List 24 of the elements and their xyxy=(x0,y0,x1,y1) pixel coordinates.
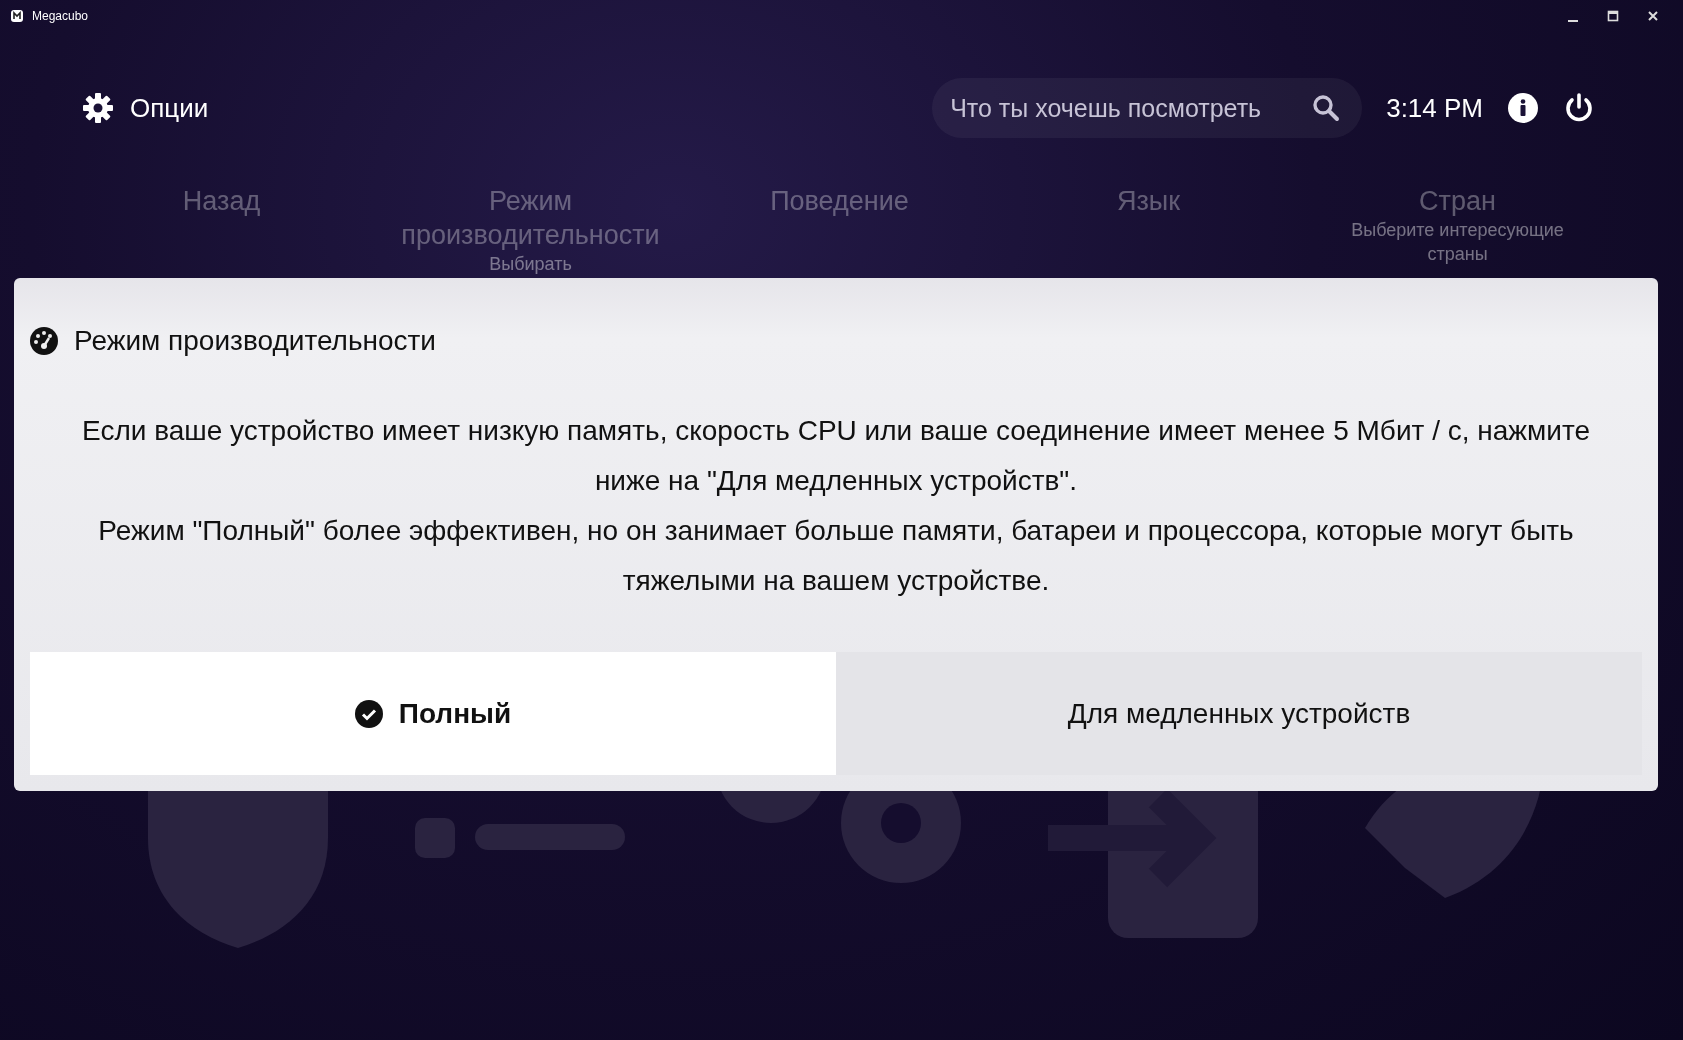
clock-time: 3:14 PM xyxy=(1386,91,1483,125)
search-icon xyxy=(1312,94,1341,122)
speedometer-icon xyxy=(30,327,58,355)
gear-icon xyxy=(82,92,114,124)
info-button[interactable] xyxy=(1507,92,1539,124)
dialog-title: Режим производительности xyxy=(74,324,436,358)
check-circle-icon xyxy=(354,699,383,728)
maximize-icon xyxy=(1607,10,1619,22)
menu-item-label[interactable]: Поведение xyxy=(685,184,994,218)
app-logo-icon xyxy=(10,9,24,23)
menu-item-label[interactable]: Назад xyxy=(67,184,376,218)
minimize-icon xyxy=(1568,20,1578,22)
option-button[interactable]: Полный xyxy=(30,652,836,775)
dialog-message: Если ваше устройство имеет низкую память, скорость CPU или ваше соединение имеет менее 5 Мбит / с, нажмите ниже на "Для медленных устройств". Режим "Полный" более эффективен, но он занимает больше памяти, батареи и процессора, которые могут быть тяжелыми на вашем устройстве. xyxy=(81,414,1591,598)
window-title: Megacubo xyxy=(32,8,89,25)
menu-item-label[interactable]: Режим производительности xyxy=(376,184,685,252)
close-icon xyxy=(1647,10,1659,22)
menu-item-label[interactable]: Язык xyxy=(994,184,1303,218)
page-title: Опции xyxy=(130,91,209,125)
option-button[interactable]: Для медленных устройств xyxy=(836,652,1642,775)
power-button[interactable] xyxy=(1563,92,1595,124)
menu-item-label[interactable]: Стран xyxy=(1303,184,1612,218)
menu-item-subtitle: Выберите интересующие страны xyxy=(1350,219,1565,266)
menu-item-subtitle: Выбирать xyxy=(488,253,573,276)
